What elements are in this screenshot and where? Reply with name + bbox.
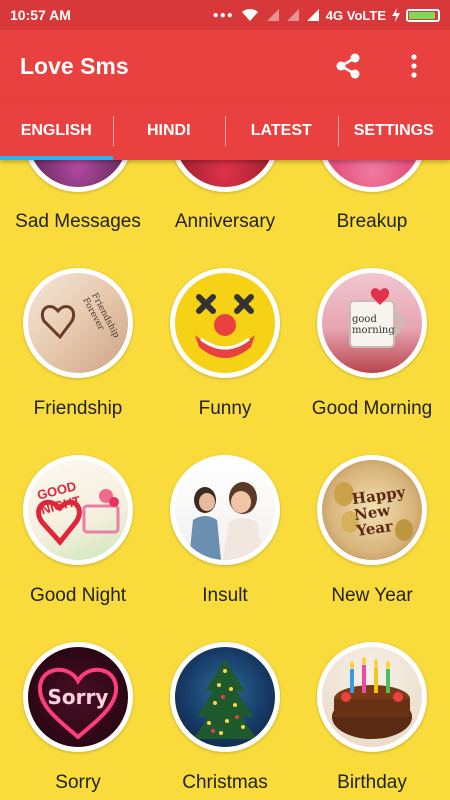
tab-english[interactable]: ENGLISH: [0, 102, 113, 160]
category-label-new-year[interactable]: New Year: [297, 585, 447, 607]
category-label-sorry[interactable]: Sorry: [3, 772, 153, 794]
app-bar: Love Sms: [0, 30, 450, 102]
category-label-funny[interactable]: Funny: [150, 398, 300, 420]
sorry-image[interactable]: Sorry: [23, 642, 133, 752]
good-morning-image[interactable]: good morning: [317, 268, 427, 378]
christmas-image[interactable]: [170, 642, 280, 752]
birthday-image[interactable]: [317, 642, 427, 752]
friendship-image[interactable]: Friendship Forever: [23, 268, 133, 378]
category-label-sad-messages[interactable]: Sad Messages: [3, 211, 153, 233]
sad-messages-image[interactable]: [23, 160, 133, 192]
share-icon: [336, 53, 360, 79]
category-label-friendship[interactable]: Friendship: [3, 398, 153, 420]
status-bar: 10:57 AM ●●● 4G VoLTE: [0, 0, 450, 30]
category-label-christmas[interactable]: Christmas: [150, 772, 300, 794]
signal-icon: [306, 9, 319, 21]
overflow-menu-button[interactable]: [398, 50, 430, 82]
breakup-image[interactable]: [317, 160, 427, 192]
wifi-icon: [241, 8, 258, 21]
category-label-good-night[interactable]: Good Night: [3, 585, 153, 607]
anniversary-image[interactable]: [170, 160, 280, 192]
insult-image[interactable]: [170, 455, 280, 565]
category-grid[interactable]: Sad Messages Anniversary Breakup Friends…: [0, 160, 450, 800]
tab-bar: ENGLISH HINDI LATEST SETTINGS: [0, 102, 450, 160]
new-year-image-text: Happy New Year: [350, 482, 407, 540]
signal-icon: [266, 9, 279, 21]
dots-icon: ●●●: [212, 9, 234, 21]
battery-icon: [406, 8, 440, 22]
category-label-insult[interactable]: Insult: [150, 585, 300, 607]
funny-image[interactable]: [170, 268, 280, 378]
tab-settings[interactable]: SETTINGS: [337, 102, 450, 160]
tab-latest[interactable]: LATEST: [225, 102, 338, 160]
good-morning-image-text: good morning: [352, 314, 395, 336]
category-label-anniversary[interactable]: Anniversary: [150, 211, 300, 233]
good-night-image[interactable]: GOOD NIGHT: [23, 455, 133, 565]
status-time: 10:57 AM: [10, 7, 71, 23]
sorry-image-text: Sorry: [47, 685, 109, 709]
category-label-birthday[interactable]: Birthday: [297, 772, 447, 794]
new-year-image[interactable]: Happy New Year: [317, 455, 427, 565]
network-type: 4G VoLTE: [325, 7, 386, 23]
app-title: Love Sms: [20, 52, 129, 79]
category-label-good-morning[interactable]: Good Morning: [297, 398, 447, 420]
signal-icon: [286, 9, 299, 21]
category-label-breakup[interactable]: Breakup: [297, 211, 447, 233]
more-vert-icon: [411, 54, 417, 78]
tab-hindi[interactable]: HINDI: [112, 102, 226, 160]
charging-icon: [392, 8, 400, 22]
share-button[interactable]: [332, 50, 364, 82]
